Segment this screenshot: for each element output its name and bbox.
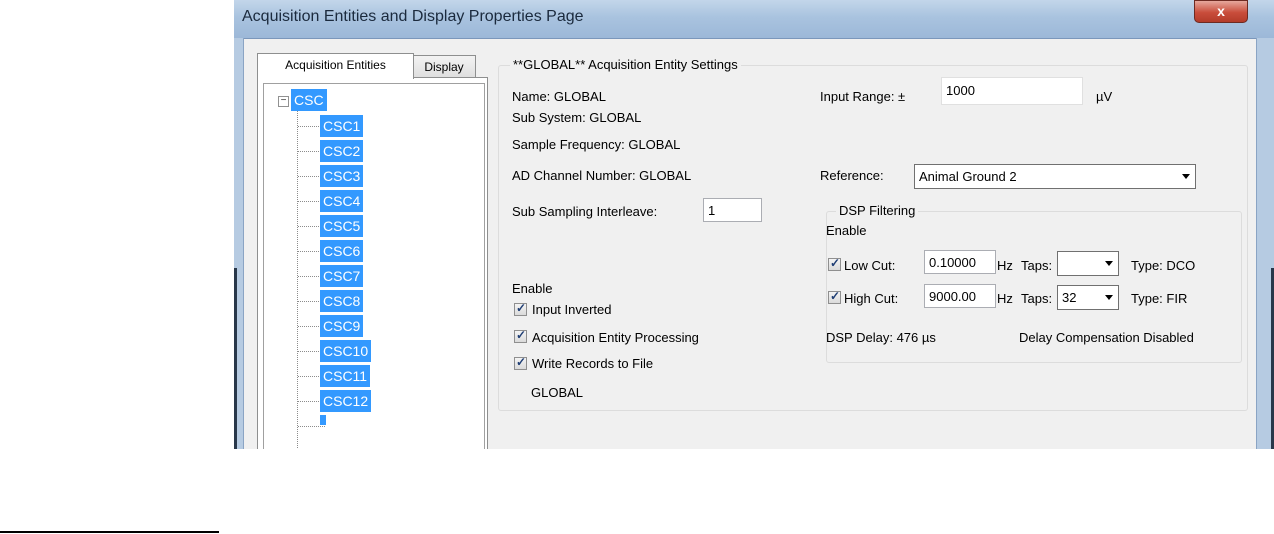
- chevron-down-icon: [1105, 295, 1113, 300]
- reference-label: Reference:: [820, 168, 884, 183]
- sub-sampling-input[interactable]: 1: [703, 198, 762, 222]
- input-range-input[interactable]: 1000: [941, 77, 1083, 105]
- close-button[interactable]: x: [1194, 0, 1248, 23]
- high-cut-type: Type: FIR: [1131, 291, 1188, 306]
- input-inverted-checkbox[interactable]: [514, 301, 527, 316]
- window-title: Acquisition Entities and Display Propert…: [242, 8, 584, 25]
- tab-display[interactable]: Display: [412, 55, 476, 78]
- tree-item-partial[interactable]: [320, 415, 326, 425]
- sample-frequency-label: Sample Frequency: GLOBAL: [512, 137, 681, 152]
- ad-channel-label: AD Channel Number: GLOBAL: [512, 168, 692, 183]
- tree-connector: [298, 426, 325, 427]
- window-client: Acquisition Entities Display − CSC CSC1 …: [244, 39, 1256, 449]
- enable-label: Enable: [512, 281, 553, 296]
- acquisition-processing-checkbox[interactable]: [514, 328, 527, 343]
- title-bar[interactable]: Acquisition Entities and Display Propert…: [234, 0, 1274, 39]
- tab-acquisition-entities[interactable]: Acquisition Entities: [257, 53, 414, 79]
- reference-select[interactable]: Animal Ground 2: [914, 164, 1196, 189]
- write-records-checkbox[interactable]: [514, 355, 527, 370]
- divider-line: [0, 531, 219, 533]
- sub-sampling-label: Sub Sampling Interleave:: [512, 204, 658, 219]
- chevron-down-icon: [1182, 174, 1190, 179]
- tree-item-csc8[interactable]: CSC8: [320, 290, 364, 312]
- window-frame-right: [1256, 38, 1274, 449]
- tree-item-csc2[interactable]: CSC2: [320, 140, 364, 162]
- collapse-icon[interactable]: −: [278, 96, 289, 107]
- window-frame-left: [234, 38, 244, 449]
- tree-connector: [297, 110, 298, 449]
- input-range-unit: µV: [1096, 89, 1113, 104]
- close-icon: x: [1217, 3, 1225, 19]
- tree-item-csc5[interactable]: CSC5: [320, 215, 364, 237]
- reference-value: Animal Ground 2: [919, 169, 1017, 184]
- high-cut-hz: Hz: [997, 291, 1013, 306]
- tree-item-csc6[interactable]: CSC6: [320, 240, 364, 262]
- entity-settings-title: **GLOBAL** Acquisition Entity Settings: [510, 57, 741, 72]
- properties-window: Acquisition Entities and Display Propert…: [234, 0, 1274, 449]
- entity-tree[interactable]: − CSC CSC1 CSC2 CSC3 CSC4 CSC5 CSC6 CSC7…: [263, 83, 485, 449]
- tree-item-csc1[interactable]: CSC1: [320, 115, 364, 137]
- high-cut-input[interactable]: 9000.00: [924, 284, 996, 308]
- input-inverted-label: Input Inverted: [532, 302, 612, 317]
- low-cut-checkbox[interactable]: [828, 256, 841, 271]
- input-range-label: Input Range: ±: [820, 89, 906, 104]
- dsp-delay-label: DSP Delay: 476 µs: [826, 330, 936, 345]
- tree-item-csc12[interactable]: CSC12: [320, 390, 372, 412]
- low-cut-input[interactable]: 0.10000: [924, 250, 996, 274]
- tree-item-csc4[interactable]: CSC4: [320, 190, 364, 212]
- low-cut-label: Low Cut:: [844, 258, 896, 273]
- high-cut-checkbox[interactable]: [828, 289, 841, 304]
- high-taps-select[interactable]: 32: [1057, 285, 1119, 310]
- dsp-filtering-title: DSP Filtering: [836, 203, 919, 218]
- acquisition-processing-label: Acquisition Entity Processing: [532, 330, 699, 345]
- low-taps-select[interactable]: [1057, 251, 1119, 276]
- low-taps-label: Taps:: [1021, 258, 1053, 273]
- high-taps-value: 32: [1062, 290, 1077, 305]
- sub-system-label: Sub System: GLOBAL: [512, 110, 642, 125]
- low-cut-hz: Hz: [997, 258, 1013, 273]
- delay-compensation-label: Delay Compensation Disabled: [1019, 330, 1194, 345]
- high-cut-label: High Cut:: [844, 291, 899, 306]
- tree-item-csc11[interactable]: CSC11: [320, 365, 371, 387]
- high-taps-label: Taps:: [1021, 291, 1053, 306]
- tree-item-csc10[interactable]: CSC10: [320, 340, 372, 362]
- name-label: Name: GLOBAL: [512, 89, 606, 104]
- chevron-down-icon: [1105, 261, 1113, 266]
- tree-item-csc7[interactable]: CSC7: [320, 265, 364, 287]
- tree-item-csc[interactable]: CSC: [291, 89, 327, 111]
- tree-item-csc9[interactable]: CSC9: [320, 315, 364, 337]
- dsp-enable-label: Enable: [826, 223, 867, 238]
- low-cut-type: Type: DCO: [1131, 258, 1196, 273]
- write-records-label: Write Records to File: [532, 356, 654, 371]
- footer-global-label: GLOBAL: [531, 385, 584, 400]
- tree-item-csc3[interactable]: CSC3: [320, 165, 364, 187]
- tab-panel: − CSC CSC1 CSC2 CSC3 CSC4 CSC5 CSC6 CSC7…: [257, 77, 488, 449]
